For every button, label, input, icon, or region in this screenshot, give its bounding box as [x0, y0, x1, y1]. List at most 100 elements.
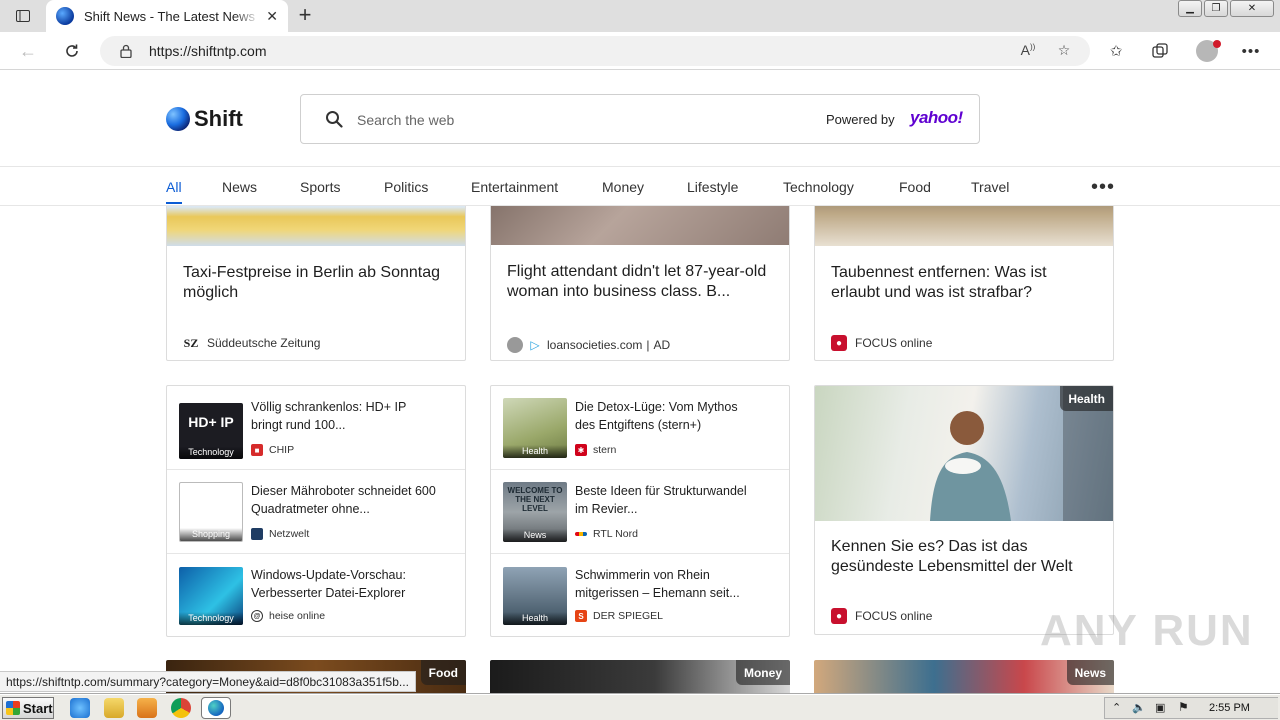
settings-more-icon[interactable]: ••• [1240, 40, 1262, 62]
list-item-title[interactable]: Windows-Update-Vorschau: Verbesserter Da… [251, 566, 437, 602]
tab-food[interactable]: Food [899, 179, 931, 195]
news-list-card: Health Die Detox-Lüge: Vom Mythos des En… [490, 385, 790, 637]
news-card[interactable]: Taxi-Festpreise in Berlin ab Sonntag mög… [166, 180, 466, 361]
url-text[interactable]: https://shiftntp.com [149, 43, 267, 59]
refresh-icon[interactable] [61, 40, 83, 62]
network-icon[interactable]: ▣ [1155, 701, 1165, 714]
source-name: Netzwelt [269, 528, 310, 540]
source-name: FOCUS online [855, 609, 933, 623]
tab-all[interactable]: All [166, 179, 182, 204]
chrome-icon[interactable] [171, 698, 191, 718]
sz-logo-icon: SZ [183, 335, 199, 350]
source-name: DER SPIEGEL [593, 610, 664, 622]
news-list-card: HD+ IP Technology Völlig schrankenlos: H… [166, 385, 466, 637]
back-icon[interactable]: ← [17, 40, 39, 62]
rtl-logo-icon [575, 532, 587, 536]
source-name: loansocieties.com [547, 338, 643, 352]
brand-name: Shift [194, 106, 243, 131]
tab-actions-icon[interactable] [10, 6, 36, 26]
explorer-icon[interactable] [104, 698, 124, 718]
category-tag: Health [503, 445, 567, 458]
list-item-source: Netzwelt [251, 528, 309, 540]
tab-travel[interactable]: Travel [971, 179, 1009, 195]
start-label: Start [23, 700, 53, 716]
edge-icon [208, 700, 224, 716]
category-tag: News [503, 529, 567, 542]
source-name: CHIP [269, 444, 295, 456]
feature-news-card[interactable]: Health Kennen Sie es? Das ist das gesünd… [814, 385, 1114, 635]
tab-lifestyle[interactable]: Lifestyle [687, 179, 738, 195]
list-item[interactable]: Technology Windows-Update-Vorschau: Verb… [167, 554, 465, 636]
list-item[interactable]: Health Schwimmerin von Rhein mitgerissen… [491, 554, 789, 636]
source-name: Süddeutsche Zeitung [207, 336, 321, 350]
action-center-flag-icon[interactable]: ⚑ [1178, 700, 1189, 714]
list-item[interactable]: HD+ IP Technology Völlig schrankenlos: H… [167, 386, 465, 470]
favorites-icon[interactable]: ✩ [1105, 40, 1127, 62]
tab-entertainment[interactable]: Entertainment [471, 179, 558, 195]
tab-technology[interactable]: Technology [783, 179, 854, 195]
search-input[interactable]: Search the web [357, 112, 454, 128]
read-aloud-icon[interactable]: A)) [1018, 42, 1038, 60]
list-item-source: S DER SPIEGEL [575, 610, 663, 622]
category-badge: Money [735, 660, 790, 685]
card-source: SZ Süddeutsche Zeitung [183, 335, 321, 351]
add-favorite-icon[interactable]: ☆ [1054, 42, 1074, 60]
shift-favicon-icon [56, 7, 74, 25]
tab-money[interactable]: Money [602, 179, 644, 195]
anyrun-watermark: ANY RUN [1040, 606, 1254, 655]
list-thumbnail: HD+ IP Technology [179, 403, 243, 459]
list-item[interactable]: Shopping Dieser Mähroboter schneidet 600… [167, 470, 465, 554]
browser-tab[interactable]: Shift News - The Latest News Sports ✕ [46, 0, 288, 32]
ad-label: AD [653, 338, 671, 352]
card-source: ● FOCUS online [831, 335, 932, 351]
list-item-title[interactable]: Beste Ideen für Strukturwandel im Revier… [575, 482, 761, 518]
news-card[interactable]: Taubennest entfernen: Was ist erlaubt un… [814, 180, 1114, 361]
list-item[interactable]: WELCOME TO THE NEXT LEVEL News Beste Ide… [491, 470, 789, 554]
tab-politics[interactable]: Politics [384, 179, 428, 195]
news-card-ad[interactable]: Flight attendant didn't let 87-year-old … [490, 180, 790, 361]
profile-avatar[interactable] [1196, 40, 1221, 62]
category-tag: Technology [179, 612, 243, 625]
more-categories-icon[interactable]: ••• [1091, 177, 1115, 197]
focus-logo-icon: ● [831, 608, 847, 624]
shift-logo[interactable]: Shift [166, 106, 243, 132]
minimize-icon[interactable]: ▁ [1178, 0, 1202, 17]
list-thumbnail: Health [503, 567, 567, 625]
tab-news[interactable]: News [222, 179, 257, 195]
card-title[interactable]: Taubennest entfernen: Was ist erlaubt un… [831, 263, 1097, 303]
list-item-title[interactable]: Völlig schrankenlos: HD+ IP bringt rund … [251, 398, 437, 434]
volume-icon[interactable]: 🔈 [1132, 701, 1146, 714]
woman-eating-image: Health [815, 386, 1113, 521]
clock[interactable]: 2:55 PM [1209, 702, 1250, 714]
browser-titlebar: Shift News - The Latest News Sports ✕ + … [0, 0, 1280, 32]
netzwelt-logo-icon [251, 528, 263, 540]
new-tab-icon[interactable]: + [294, 4, 316, 28]
search-box[interactable]: Search the web Powered by yahoo! [300, 94, 980, 144]
list-item-title[interactable]: Die Detox-Lüge: Vom Mythos des Entgiften… [575, 398, 761, 434]
lock-icon[interactable] [120, 44, 132, 58]
tab-sports[interactable]: Sports [300, 179, 340, 195]
start-button[interactable]: Start [2, 697, 54, 719]
media-player-icon[interactable] [137, 698, 157, 718]
address-bar[interactable]: https://shiftntp.com A)) ☆ [100, 36, 1090, 66]
category-tag: Shopping [180, 528, 242, 541]
tray-expand-icon[interactable]: ⌃ [1112, 701, 1121, 714]
collections-icon[interactable] [1149, 40, 1171, 62]
card-title[interactable]: Kennen Sie es? Das ist das gesündeste Le… [831, 537, 1097, 577]
search-icon[interactable] [325, 110, 343, 128]
yahoo-logo: yahoo! [910, 108, 963, 127]
edge-taskbar-button[interactable] [201, 697, 231, 719]
ie-icon[interactable] [70, 698, 90, 718]
close-window-icon[interactable]: ✕ [1230, 0, 1274, 17]
list-item[interactable]: Health Die Detox-Lüge: Vom Mythos des En… [491, 386, 789, 470]
window-controls: ▁ ❐ ✕ [1178, 0, 1274, 18]
card-title[interactable]: Taxi-Festpreise in Berlin ab Sonntag mög… [183, 263, 449, 303]
close-tab-icon[interactable]: ✕ [266, 8, 278, 25]
address-toolbar: ← https://shiftntp.com A)) ☆ ✩ ••• [0, 32, 1280, 70]
card-title[interactable]: Flight attendant didn't let 87-year-old … [507, 262, 773, 302]
list-item-title[interactable]: Dieser Mähroboter schneidet 600 Quadratm… [251, 482, 437, 518]
list-item-title[interactable]: Schwimmerin von Rhein mitgerissen – Ehem… [575, 566, 761, 602]
adchoices-icon[interactable]: ▷ [527, 337, 543, 353]
category-badge: Food [420, 660, 466, 685]
restore-icon[interactable]: ❐ [1204, 0, 1228, 17]
